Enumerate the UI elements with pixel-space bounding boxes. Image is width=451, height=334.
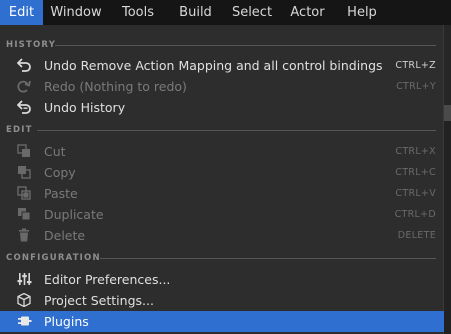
project-settings-icon	[16, 292, 32, 308]
section-title: EDIT	[6, 125, 33, 135]
background-panel	[444, 121, 451, 334]
divider	[55, 45, 436, 46]
menu-item-duplicate[interactable]: Duplicate CTRL+D	[0, 204, 444, 225]
section-header-configuration: CONFIGURATION	[0, 250, 444, 268]
background-panel-header	[444, 105, 451, 121]
menu-item-undo[interactable]: Undo Remove Action Mapping and all contr…	[0, 55, 444, 76]
menu-item-label: Delete	[44, 228, 86, 243]
menu-item-label: Editor Preferences...	[44, 272, 171, 287]
menu-item-paste[interactable]: Paste CTRL+V	[0, 183, 444, 204]
menu-item-label: Undo History	[44, 100, 126, 115]
menu-actor[interactable]: Actor	[280, 0, 335, 25]
menu-item-label: Redo (Nothing to redo)	[44, 79, 187, 94]
menu-build[interactable]: Build	[167, 0, 224, 25]
shortcut-label: CTRL+V	[395, 188, 436, 199]
section-title: CONFIGURATION	[6, 253, 101, 263]
menu-tools[interactable]: Tools	[109, 0, 167, 25]
copy-icon	[16, 164, 32, 180]
cut-icon	[16, 143, 32, 159]
menu-item-label: Project Settings...	[44, 293, 154, 308]
divider	[37, 130, 436, 131]
redo-icon	[16, 78, 32, 94]
undo-history-icon	[16, 99, 32, 115]
menu-item-redo[interactable]: Redo (Nothing to redo) CTRL+Y	[0, 76, 444, 97]
menu-item-label: Paste	[44, 186, 78, 201]
shortcut-label: CTRL+D	[394, 209, 436, 220]
menu-select[interactable]: Select	[224, 0, 280, 25]
undo-icon	[16, 57, 32, 73]
sliders-icon	[16, 271, 32, 287]
menu-item-label: Plugins	[44, 314, 89, 329]
shortcut-label: DELETE	[397, 230, 436, 241]
section-header-history: HISTORY	[0, 37, 444, 55]
edit-dropdown-menu: HISTORY Undo Remove Action Mapping and a…	[0, 25, 444, 334]
menu-bar: Edit Window Tools Build Select Actor Hel…	[0, 0, 451, 25]
menu-window[interactable]: Window	[43, 0, 109, 25]
menu-item-undo-history[interactable]: Undo History	[0, 97, 444, 118]
shortcut-label: CTRL+Z	[395, 60, 436, 71]
plugin-icon	[16, 313, 32, 329]
menu-help[interactable]: Help	[335, 0, 389, 25]
menu-edit[interactable]: Edit	[0, 0, 43, 25]
section-header-edit: EDIT	[0, 122, 444, 140]
menu-item-project-settings[interactable]: Project Settings...	[0, 290, 444, 311]
background-panel	[444, 25, 451, 105]
trash-icon	[16, 227, 32, 243]
menu-item-label: Duplicate	[44, 207, 104, 222]
menu-item-editor-preferences[interactable]: Editor Preferences...	[0, 269, 444, 290]
menu-item-label: Undo Remove Action Mapping and all contr…	[44, 58, 383, 73]
duplicate-icon	[16, 206, 32, 222]
menu-item-cut[interactable]: Cut CTRL+X	[0, 141, 444, 162]
shortcut-label: CTRL+C	[395, 167, 436, 178]
menu-item-label: Cut	[44, 144, 66, 159]
section-title: HISTORY	[6, 40, 57, 50]
divider	[100, 258, 436, 259]
menu-item-delete[interactable]: Delete DELETE	[0, 225, 444, 246]
menu-item-copy[interactable]: Copy CTRL+C	[0, 162, 444, 183]
shortcut-label: CTRL+X	[395, 146, 436, 157]
menu-item-plugins[interactable]: Plugins	[0, 311, 444, 332]
menu-item-label: Copy	[44, 165, 76, 180]
paste-icon	[16, 185, 32, 201]
shortcut-label: CTRL+Y	[396, 81, 436, 92]
